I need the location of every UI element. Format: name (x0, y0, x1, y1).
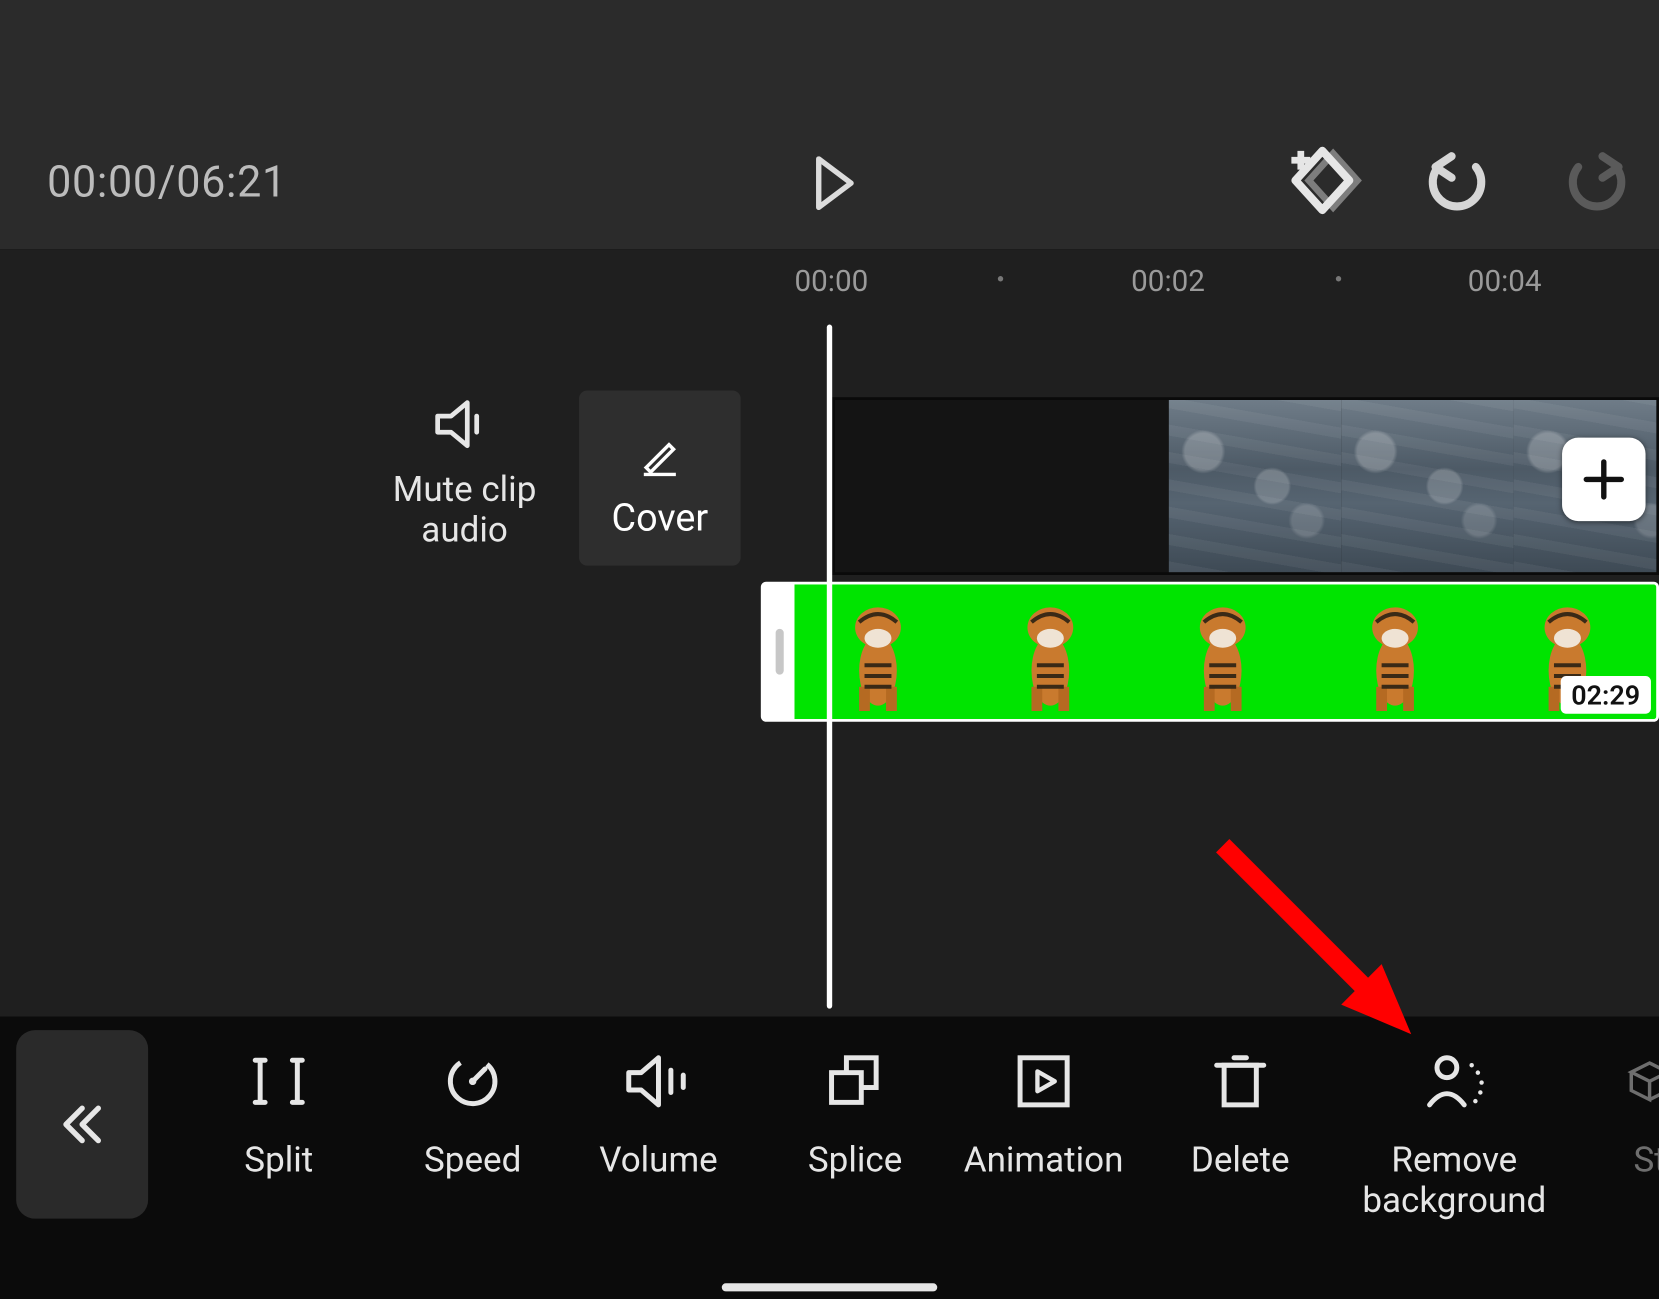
tiger-thumb (794, 584, 966, 719)
speed-button[interactable]: Speed (372, 1044, 574, 1181)
ruler-dot (998, 276, 1003, 281)
redo-icon (1562, 148, 1632, 218)
tiger-thumb (1312, 584, 1484, 719)
back-button[interactable] (16, 1030, 148, 1219)
overlay-clip-content[interactable]: 02:29 (794, 584, 1656, 719)
timecode-total: 06:21 (176, 156, 287, 207)
chevron-double-left-icon (55, 1097, 109, 1151)
undo-button[interactable] (1422, 148, 1492, 218)
speaker-icon (432, 397, 497, 451)
animation-button[interactable]: Animation (943, 1044, 1145, 1181)
clip-left-handle[interactable] (764, 584, 795, 719)
speed-label: Speed (372, 1141, 574, 1181)
home-indicator (722, 1283, 937, 1291)
mute-clip-audio-button[interactable]: Mute clip audio (364, 397, 566, 551)
ruler-tick: 00:04 (1468, 265, 1542, 299)
pencil-icon (637, 431, 683, 477)
timecode-display: 00:00/06:21 (47, 156, 287, 207)
video-thumb (1169, 400, 1341, 572)
add-clip-button[interactable] (1562, 438, 1645, 521)
animation-icon (1013, 1050, 1075, 1112)
volume-button[interactable]: Volume (557, 1044, 759, 1181)
splice-label: Splice (754, 1141, 956, 1181)
tiger-thumb (1139, 584, 1311, 719)
mute-label-1: Mute clip (364, 470, 566, 510)
bottom-toolbar: Split Speed Volume (0, 1017, 1659, 1299)
splice-button[interactable]: Splice (754, 1044, 956, 1181)
next-tool-partial[interactable]: St (1609, 1044, 1659, 1181)
remove-background-button[interactable]: Remove background (1333, 1044, 1575, 1222)
ruler-tick: 00:02 (1131, 265, 1205, 299)
playhead[interactable] (827, 325, 832, 1009)
timeline[interactable]: 00:00 00:02 00:04 Mute clip audio Cover (0, 249, 1659, 1017)
splice-icon (824, 1050, 886, 1112)
tiger-thumb (967, 584, 1139, 719)
video-thumb (1341, 400, 1513, 572)
delete-label: Delete (1139, 1141, 1341, 1181)
volume-label: Volume (557, 1141, 759, 1181)
play-button[interactable] (803, 151, 868, 216)
delete-button[interactable]: Delete (1139, 1044, 1341, 1181)
remove-background-icon (1419, 1050, 1489, 1112)
volume-icon (623, 1050, 693, 1112)
split-icon (248, 1050, 310, 1112)
cover-button[interactable]: Cover (579, 391, 741, 566)
redo-button (1562, 148, 1632, 218)
ruler-tick: 00:00 (794, 265, 868, 299)
keyframe-button[interactable] (1279, 140, 1373, 221)
next-tool-label: St (1609, 1141, 1659, 1181)
cube-icon (1627, 1058, 1659, 1104)
plus-icon (1581, 456, 1627, 502)
overlay-clip-duration: 02:29 (1560, 676, 1650, 714)
remove-bg-label-1: Remove (1333, 1141, 1575, 1181)
ruler-dot (1336, 276, 1341, 281)
split-label: Split (178, 1141, 380, 1181)
cover-label: Cover (579, 496, 741, 540)
time-ruler[interactable]: 00:00 00:02 00:04 (0, 249, 1659, 308)
animation-label: Animation (943, 1141, 1145, 1181)
remove-bg-label-2: background (1333, 1181, 1575, 1221)
keyframe-icon (1279, 140, 1373, 221)
overlay-track[interactable]: 02:29 (761, 582, 1659, 722)
undo-icon (1422, 148, 1492, 218)
speed-icon (442, 1050, 504, 1112)
split-button[interactable]: Split (178, 1044, 380, 1181)
trash-icon (1209, 1050, 1271, 1112)
play-icon (813, 156, 856, 210)
video-track[interactable] (832, 397, 1659, 575)
mute-label-2: audio (364, 510, 566, 550)
timecode-current: 00:00 (47, 156, 158, 207)
